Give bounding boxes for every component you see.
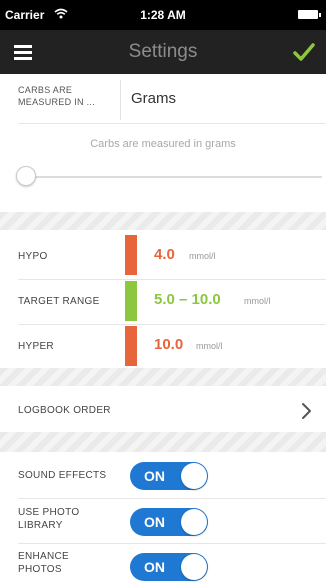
hyper-label: HYPER — [18, 341, 54, 352]
toggle-state: ON — [144, 468, 165, 484]
carbs-unit-note: Carbs are measured in grams — [90, 138, 236, 150]
section-separator — [0, 368, 326, 386]
hypo-value[interactable]: 4.0 — [154, 246, 175, 263]
target-range-label: TARGET RANGE — [18, 296, 100, 307]
section-separator — [0, 212, 326, 230]
section-separator — [0, 432, 326, 452]
carbs-unit-label: CARBS ARE MEASURED IN ... — [18, 85, 96, 107]
target-range-unit: mmol/l — [244, 296, 271, 306]
hyper-color-bar — [125, 326, 137, 366]
hypo-color-bar — [125, 235, 137, 275]
hyper-unit: mmol/l — [196, 341, 223, 351]
toggle-state: ON — [144, 514, 165, 530]
toggle-knob — [181, 509, 207, 535]
target-range-color-bar — [125, 281, 137, 321]
toggle-knob — [181, 554, 207, 580]
carbs-unit-slider-thumb[interactable] — [16, 166, 36, 186]
use-photo-library-toggle[interactable]: ON — [130, 508, 208, 536]
divider — [18, 123, 326, 124]
divider — [18, 543, 326, 544]
enhance-photos-label: ENHANCE PHOTOS — [18, 551, 69, 575]
hyper-value[interactable]: 10.0 — [154, 336, 183, 353]
logbook-order-label[interactable]: LOGBOOK ORDER — [18, 404, 111, 417]
toggle-knob — [181, 463, 207, 489]
hypo-unit: mmol/l — [189, 251, 216, 261]
status-bar: Carrier 1:28 AM — [0, 0, 326, 30]
toggle-state: ON — [144, 559, 165, 575]
carbs-unit-value[interactable]: Grams — [131, 90, 176, 107]
enhance-photos-toggle[interactable]: ON — [130, 553, 208, 581]
hypo-label: HYPO — [18, 251, 48, 262]
status-time: 1:28 AM — [140, 8, 186, 22]
target-range-value[interactable]: 5.0 – 10.0 — [154, 291, 221, 308]
divider — [18, 498, 326, 499]
divider — [18, 279, 326, 280]
navigation-bar: Settings — [0, 30, 326, 74]
divider — [18, 324, 326, 325]
page-title: Settings — [128, 41, 198, 62]
battery-icon — [298, 10, 321, 19]
divider — [120, 80, 121, 120]
sound-effects-label: SOUND EFFECTS — [18, 470, 107, 481]
chevron-right-icon[interactable] — [300, 401, 314, 421]
carbs-unit-slider-track[interactable] — [18, 176, 322, 178]
use-photo-library-label: USE PHOTO LIBRARY — [18, 507, 80, 531]
sound-effects-toggle[interactable]: ON — [130, 462, 208, 490]
checkmark-icon[interactable] — [290, 38, 318, 66]
